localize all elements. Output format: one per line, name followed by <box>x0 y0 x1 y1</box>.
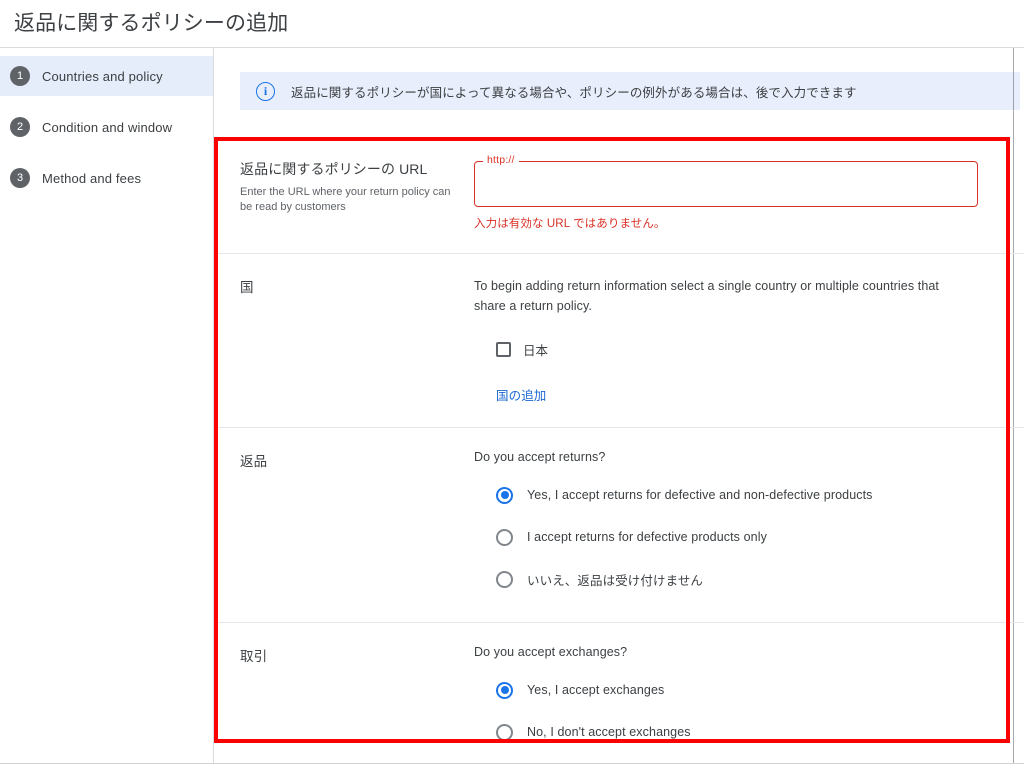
returns-question: Do you accept returns? <box>474 450 606 464</box>
exchanges-question: Do you accept exchanges? <box>474 645 628 659</box>
section-return-policy-url: 返品に関するポリシーの URL Enter the URL where your… <box>214 137 1024 253</box>
stepper-sidebar: 1 Countries and policy 2 Condition and w… <box>0 48 214 763</box>
section-returns: 返品 Do you accept returns? Yes, I accept … <box>214 427 1024 622</box>
step-spacer <box>0 96 213 107</box>
dialog-body: 1 Countries and policy 2 Condition and w… <box>0 48 1024 763</box>
returns-radio-group: Yes, I accept returns for defective and … <box>474 474 994 600</box>
section-field-column: Do you accept returns? Yes, I accept ret… <box>474 450 1024 600</box>
returns-option-row[interactable]: Yes, I accept returns for defective and … <box>474 474 994 516</box>
radio-exchanges-no[interactable] <box>496 723 513 741</box>
url-section-help: Enter the URL where your return policy c… <box>240 186 451 213</box>
step-number-badge-1: 1 <box>10 66 30 86</box>
returns-option-row[interactable]: いいえ、返品は受け付けません <box>474 558 994 600</box>
section-field-column: http:// 入力は有効な URL ではありません。 <box>474 154 1024 231</box>
exchanges-radio-group: Yes, I accept exchanges No, I don't acce… <box>474 669 994 753</box>
url-field-wrapper: http:// <box>474 154 978 207</box>
country-checkbox-row[interactable]: 日本 <box>474 340 994 359</box>
return-policy-url-input[interactable] <box>474 161 978 207</box>
radio-label: いいえ、返品は受け付けません <box>527 573 704 588</box>
page-title: 返品に関するポリシーの追加 <box>14 11 289 35</box>
returns-option-row[interactable]: I accept returns for defective products … <box>474 516 994 558</box>
add-country-link[interactable]: 国の追加 <box>496 385 546 404</box>
step-spacer <box>0 147 213 158</box>
section-label-column: 返品 <box>214 450 474 600</box>
info-icon: i <box>256 81 275 101</box>
exchanges-option-row[interactable]: No, I don't accept exchanges <box>474 711 994 753</box>
section-label-column: 取引 <box>214 645 474 753</box>
url-section-title: 返品に関するポリシーの URL <box>240 161 428 177</box>
sidebar-item-label: Method and fees <box>42 170 142 186</box>
sidebar-item-label: Countries and policy <box>42 68 163 84</box>
radio-label: No, I don't accept exchanges <box>527 725 691 739</box>
country-checkbox-japan[interactable] <box>496 342 511 357</box>
radio-returns-all[interactable] <box>496 486 513 504</box>
step-number-badge-2: 2 <box>10 117 30 137</box>
url-field-error-message: 入力は有効な URL ではありません。 <box>474 218 666 230</box>
info-banner-wrapper: i 返品に関するポリシーが国によって異なる場合や、ポリシーの例外がある場合は、後… <box>214 48 1024 110</box>
section-label-column: 返品に関するポリシーの URL Enter the URL where your… <box>214 159 474 231</box>
step-number-badge-3: 3 <box>10 168 30 188</box>
radio-returns-none[interactable] <box>496 570 513 588</box>
dialog-title-bar: 返品に関するポリシーの追加 <box>0 0 1024 48</box>
country-checkbox-label: 日本 <box>523 344 549 358</box>
section-field-column: Do you accept exchanges? Yes, I accept e… <box>474 645 1024 753</box>
radio-label: Yes, I accept exchanges <box>527 683 665 697</box>
radio-returns-defective-only[interactable] <box>496 528 513 546</box>
section-field-column: To begin adding return information selec… <box>474 276 1024 405</box>
form-content: i 返品に関するポリシーが国によって異なる場合や、ポリシーの例外がある場合は、後… <box>214 48 1024 763</box>
exchanges-section-title: 取引 <box>240 649 268 664</box>
sidebar-item-method-and-fees[interactable]: 3 Method and fees <box>0 158 213 198</box>
section-exchanges: 取引 Do you accept exchanges? Yes, I accep… <box>214 622 1024 775</box>
radio-label: Yes, I accept returns for defective and … <box>527 488 873 502</box>
returns-section-title: 返品 <box>240 454 268 469</box>
section-label-column: 国 <box>214 276 474 405</box>
radio-label: I accept returns for defective products … <box>527 530 767 544</box>
country-section-title: 国 <box>240 280 254 295</box>
exchanges-option-row[interactable]: Yes, I accept exchanges <box>474 669 994 711</box>
radio-exchanges-yes[interactable] <box>496 681 513 699</box>
return-policy-dialog: 返品に関するポリシーの追加 1 Countries and policy 2 C… <box>0 0 1024 764</box>
section-country: 国 To begin adding return information sel… <box>214 253 1024 427</box>
info-banner: i 返品に関するポリシーが国によって異なる場合や、ポリシーの例外がある場合は、後… <box>240 72 1020 110</box>
sidebar-item-condition-and-window[interactable]: 2 Condition and window <box>0 107 213 147</box>
form-sections: 返品に関するポリシーの URL Enter the URL where your… <box>214 137 1024 775</box>
sidebar-item-label: Condition and window <box>42 119 173 135</box>
country-description: To begin adding return information selec… <box>474 279 939 313</box>
sidebar-item-countries-and-policy[interactable]: 1 Countries and policy <box>0 56 213 96</box>
info-banner-text: 返品に関するポリシーが国によって異なる場合や、ポリシーの例外がある場合は、後で入… <box>291 85 857 100</box>
